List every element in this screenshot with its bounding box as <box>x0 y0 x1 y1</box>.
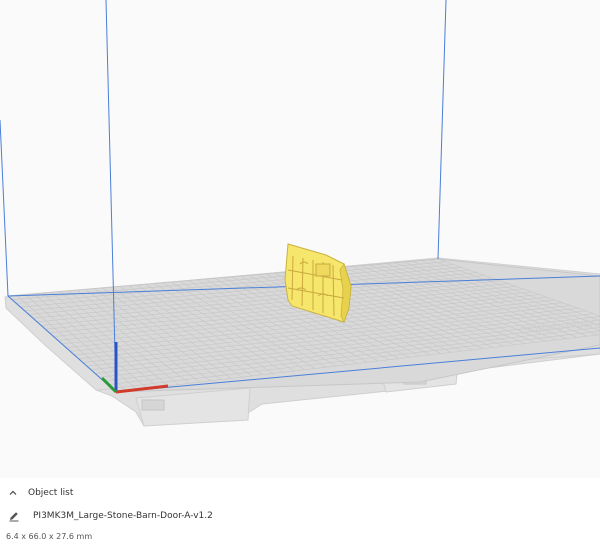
object-name: PI3MK3M_Large-Stone-Barn-Door-A-v1.2 <box>33 511 213 521</box>
scene-canvas[interactable]: ORIGINAL PRUSA <box>0 0 600 480</box>
3d-viewport[interactable]: ORIGINAL PRUSA <box>0 0 600 480</box>
chevron-up-icon[interactable] <box>8 488 18 498</box>
object-list-toggle[interactable]: Object list <box>8 486 73 500</box>
object-list-panel: Object list PI3MK3M_Large-Stone-Barn-Doo… <box>0 478 600 545</box>
object-list-item[interactable]: PI3MK3M_Large-Stone-Barn-Door-A-v1.2 <box>8 509 213 523</box>
object-list-title: Object list <box>28 488 74 498</box>
object-dimensions: 6.4 x 66.0 x 27.6 mm <box>6 532 93 541</box>
pencil-icon[interactable] <box>8 510 20 522</box>
